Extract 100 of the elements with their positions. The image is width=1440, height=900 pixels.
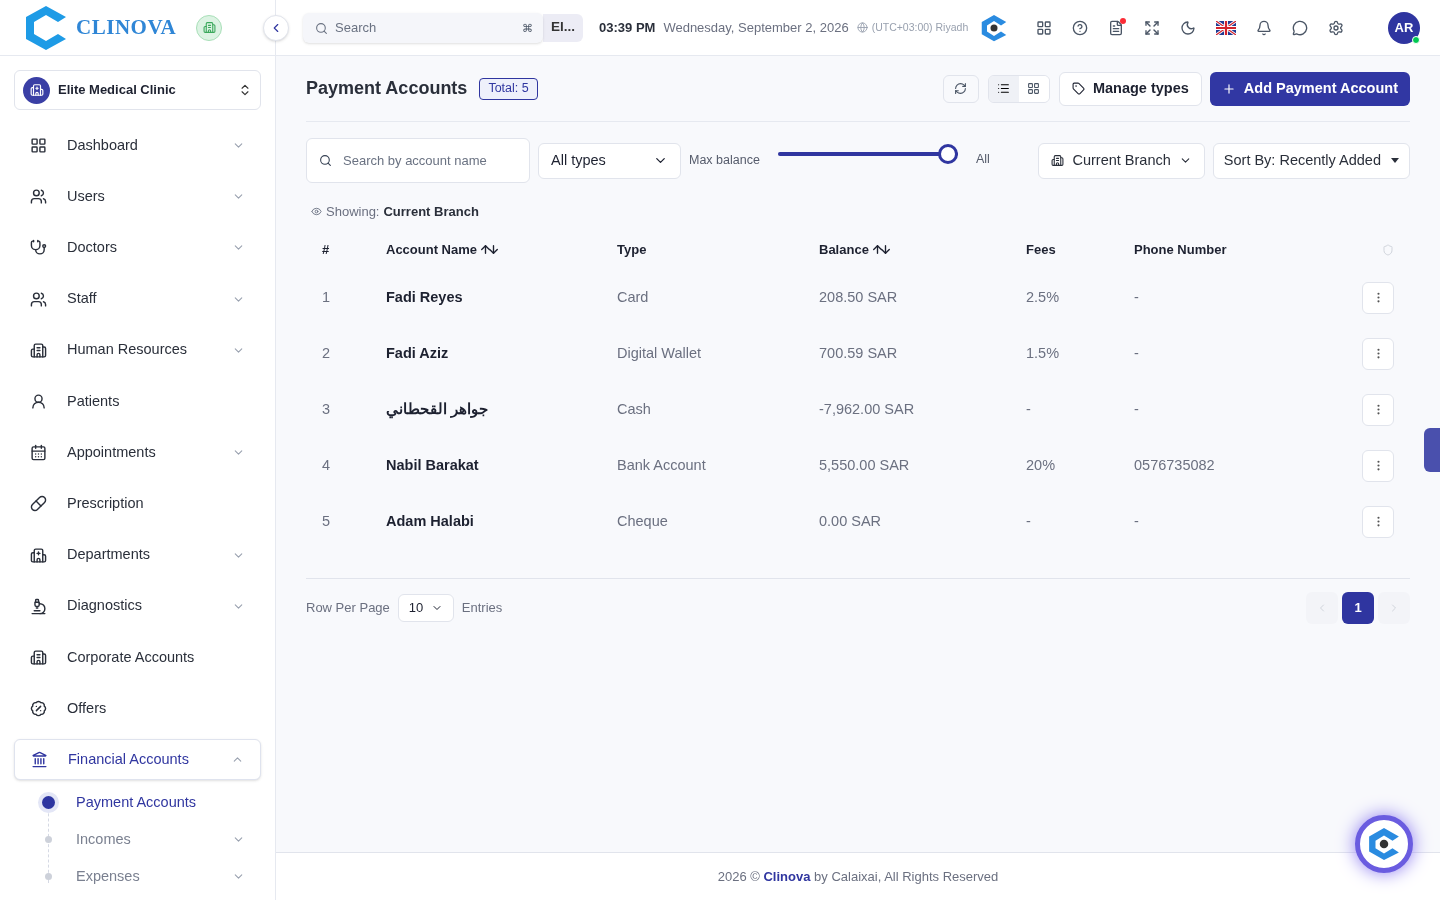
users-icon: [30, 188, 47, 206]
sidebar-item[interactable]: Human Resources: [14, 329, 261, 371]
grid-icon: [30, 137, 47, 154]
row-number: 5: [322, 512, 331, 529]
branch-building-icon[interactable]: [196, 14, 223, 41]
sidebar-item[interactable]: Users: [14, 176, 261, 218]
column-header[interactable]: Account Name: [386, 239, 501, 260]
globe-icon: [856, 22, 868, 33]
account-name: Fadi Reyes: [386, 288, 463, 305]
max-balance-slider[interactable]: [777, 144, 958, 164]
refresh-icon: [954, 82, 968, 95]
uk-flag-icon[interactable]: [1216, 20, 1237, 35]
account-type: Cash: [617, 400, 651, 417]
notes-icon[interactable]: [1108, 19, 1125, 36]
logo-icon[interactable]: [980, 13, 1009, 42]
assistant-button[interactable]: [1355, 815, 1413, 873]
account-type: Digital Wallet: [617, 344, 702, 361]
balance: -7,962.00 SAR: [819, 400, 915, 417]
chat-icon[interactable]: [1292, 19, 1309, 36]
row-number: 1: [322, 288, 331, 305]
column-header: #: [322, 240, 330, 259]
copyright-text: 2026 © Clinova by Calaixai, All Rights Reserved: [717, 867, 999, 886]
bank-icon: [31, 751, 48, 769]
account-name: جواهر القحطاني: [386, 400, 489, 417]
building-icon: [30, 648, 47, 666]
sidebar-item[interactable]: Departments: [14, 534, 261, 576]
plus-icon: [1221, 81, 1236, 96]
type-dropdown[interactable]: All types: [538, 142, 681, 179]
robot-logo-icon: [1367, 827, 1401, 861]
grid-icon: [1027, 82, 1041, 95]
caret-icon: [1391, 158, 1399, 163]
help-icon[interactable]: [1072, 19, 1089, 36]
rows-per-page-label: Row Per Page: [306, 599, 390, 618]
person-icon: [30, 392, 47, 410]
calendar-icon: [30, 444, 47, 462]
sidebar-subitem[interactable]: Expenses: [14, 858, 261, 896]
account-search-field[interactable]: Search by account name: [306, 138, 530, 183]
sort-icon[interactable]: [870, 243, 892, 256]
search-icon: [319, 154, 332, 167]
balance: 0.00 SAR: [819, 512, 882, 529]
slider-thumb[interactable]: [937, 144, 958, 164]
sidebar-item[interactable]: Prescription: [14, 483, 261, 525]
user-avatar[interactable]: AR: [1388, 11, 1420, 44]
account-type: Card: [617, 288, 649, 305]
sort-icon[interactable]: [479, 243, 501, 256]
logo-icon: [24, 3, 68, 52]
building-icon: [30, 341, 47, 359]
clinic-selector[interactable]: Elite Medical Clinic: [14, 70, 261, 110]
sidebar-subitem[interactable]: Payment Accounts: [14, 784, 261, 822]
timezone: (UTC+03:00) Riyadh: [871, 19, 969, 35]
max-balance-value: All: [975, 151, 990, 168]
sidebar-item[interactable]: Dashboard: [14, 125, 261, 166]
showing-value: Current Branch: [383, 203, 479, 221]
grid-view-button[interactable]: [1018, 75, 1049, 102]
sidebar-item[interactable]: Corporate Accounts: [14, 636, 261, 678]
users-icon: [30, 290, 47, 308]
column-header[interactable]: Balance: [819, 239, 892, 260]
sidebar-subitem[interactable]: Incomes: [14, 821, 261, 859]
shield-icon: [1382, 243, 1394, 256]
phone-number: 0576735082: [1134, 456, 1215, 473]
refresh-button[interactable]: [942, 74, 979, 103]
page-size-dropdown[interactable]: 10: [397, 594, 454, 622]
branch-dropdown[interactable]: Current Branch: [1038, 142, 1205, 179]
fullscreen-icon[interactable]: [1144, 19, 1161, 36]
bell-icon[interactable]: [1256, 19, 1273, 36]
tag-icon: [1071, 82, 1085, 95]
clinic-icon: [23, 76, 50, 104]
sidebar-item[interactable]: Diagnostics: [14, 585, 261, 627]
sidebar-item[interactable]: Doctors: [14, 227, 261, 269]
sidebar-item[interactable]: Financial Accounts: [14, 739, 261, 781]
fees: 1.5%: [1026, 344, 1060, 361]
add-payment-account-button[interactable]: Add Payment Account: [1209, 71, 1410, 106]
sidebar-item[interactable]: Patients: [14, 380, 261, 422]
phone-number: -: [1134, 512, 1139, 529]
fees: 2.5%: [1026, 288, 1060, 305]
brand-name: CLINOVA: [76, 13, 177, 41]
sidebar-item[interactable]: Staff: [14, 278, 261, 320]
page-title: Payment Accounts: [306, 77, 468, 100]
sidebar-item[interactable]: Offers: [14, 688, 261, 730]
column-header: Fees: [1026, 240, 1056, 259]
account-name: Nabil Barakat: [386, 456, 479, 473]
eye-icon: [311, 206, 322, 218]
row-number: 2: [322, 344, 331, 361]
sidebar-item[interactable]: Appointments: [14, 432, 261, 474]
page-button[interactable]: 1: [1342, 592, 1374, 624]
settings-icon[interactable]: [1328, 19, 1345, 36]
current-date: Wednesday, September 2, 2026: [663, 18, 849, 37]
pill-icon: [30, 495, 47, 513]
showing-label: Showing:: [326, 203, 380, 221]
sort-dropdown[interactable]: Sort By: Recently Added: [1212, 142, 1410, 179]
column-header: Phone Number: [1134, 240, 1227, 259]
fees: -: [1026, 400, 1031, 417]
moon-icon[interactable]: [1180, 19, 1197, 36]
stethoscope-icon: [30, 239, 47, 257]
side-panel-tab[interactable]: [1424, 428, 1440, 472]
apps-grid-icon[interactable]: [1036, 19, 1053, 36]
branch-chip[interactable]: El...: [543, 13, 583, 42]
list-view-button[interactable]: [988, 75, 1019, 102]
row-number: 4: [322, 456, 331, 473]
manage-types-button[interactable]: Manage types: [1058, 71, 1202, 106]
